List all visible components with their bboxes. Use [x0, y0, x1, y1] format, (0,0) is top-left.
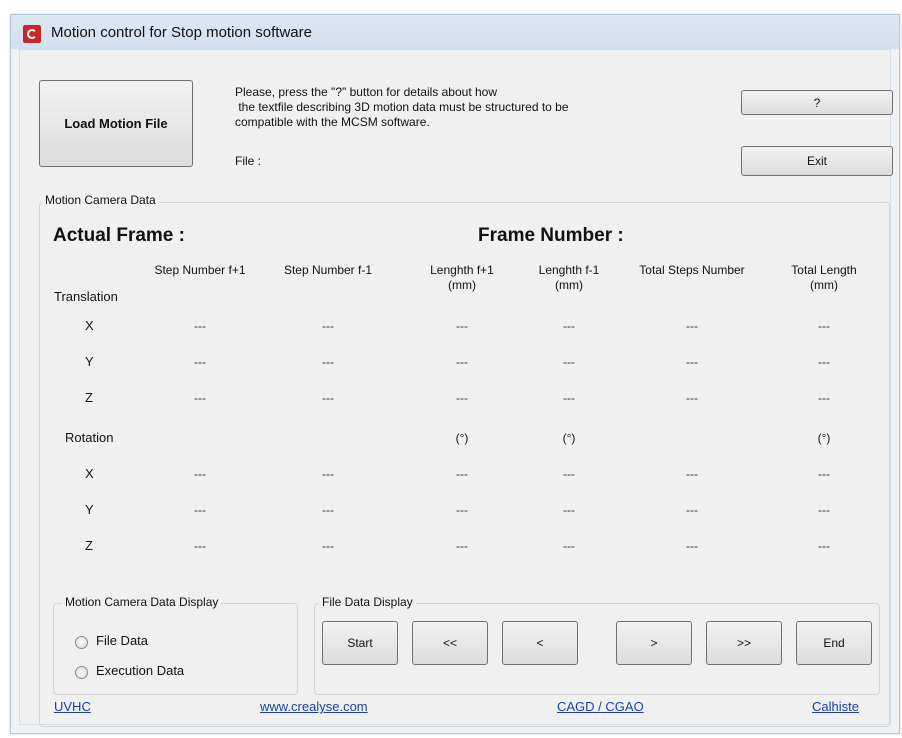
value-cell: --- — [686, 391, 698, 405]
value-cell: --- — [818, 319, 830, 333]
value-cell: --- — [686, 467, 698, 481]
value-cell: --- — [322, 539, 334, 553]
value-cell: --- — [194, 467, 206, 481]
cagd-link[interactable]: CAGD / CGAO — [557, 699, 644, 714]
axis-label: X — [85, 318, 94, 333]
main-window: Motion control for Stop motion software … — [10, 14, 900, 734]
value-cell: --- — [686, 319, 698, 333]
value-cell: --- — [818, 391, 830, 405]
window-title: Motion control for Stop motion software — [51, 24, 312, 41]
first-frame-button[interactable]: << — [412, 621, 488, 665]
crealyse-link[interactable]: www.crealyse.com — [260, 699, 368, 714]
execution-data-label[interactable]: Execution Data — [96, 663, 184, 678]
help-line: Please, press the "?" button for details… — [235, 85, 498, 99]
column-header: Step Number f-1 — [283, 263, 373, 277]
file-data-display-title: File Data Display — [319, 595, 416, 609]
value-cell: --- — [686, 355, 698, 369]
column-header: Total Steps Number — [639, 263, 745, 277]
file-label: File : — [235, 154, 262, 168]
file-data-label[interactable]: File Data — [96, 633, 148, 648]
column-header: Step Number f+1 — [154, 263, 246, 277]
value-cell: --- — [818, 503, 830, 517]
value-cell: --- — [456, 503, 468, 517]
axis-label: Y — [85, 354, 94, 369]
value-cell: --- — [563, 391, 575, 405]
value-cell: --- — [818, 467, 830, 481]
value-cell: --- — [194, 355, 206, 369]
exit-button[interactable]: Exit — [741, 146, 893, 176]
start-button[interactable]: Start — [322, 621, 398, 665]
value-cell: --- — [686, 539, 698, 553]
value-cell: --- — [563, 539, 575, 553]
value-cell: --- — [563, 355, 575, 369]
file-data-radio[interactable] — [75, 636, 88, 649]
help-button[interactable]: ? — [741, 90, 893, 115]
value-cell: --- — [818, 539, 830, 553]
calhiste-link[interactable]: Calhiste — [812, 699, 859, 714]
axis-label: Z — [85, 390, 93, 405]
rotation-label: Rotation — [65, 430, 114, 445]
next-frame-button[interactable]: > — [616, 621, 692, 665]
uvhc-link[interactable]: UVHC — [54, 699, 91, 714]
value-cell: --- — [194, 539, 206, 553]
value-cell: --- — [563, 467, 575, 481]
title-bar[interactable]: Motion control for Stop motion software — [11, 15, 899, 49]
execution-data-radio[interactable] — [75, 666, 88, 679]
load-motion-file-button[interactable]: Load Motion File — [39, 80, 193, 167]
value-cell: --- — [322, 503, 334, 517]
end-button[interactable]: End — [796, 621, 872, 665]
column-header: Lenghth f+1 (mm) — [430, 263, 494, 292]
value-cell: --- — [322, 467, 334, 481]
previous-frame-button[interactable]: < — [502, 621, 578, 665]
value-cell: --- — [322, 319, 334, 333]
frame-number-label: Frame Number : — [478, 225, 624, 246]
app-icon — [23, 25, 41, 43]
value-cell: --- — [194, 319, 206, 333]
value-cell: --- — [563, 319, 575, 333]
value-cell: --- — [456, 355, 468, 369]
actual-frame-label: Actual Frame : — [53, 225, 185, 246]
unit-cell: (°) — [455, 431, 469, 445]
help-line: the textfile describing 3D motion data m… — [235, 100, 569, 114]
value-cell: --- — [456, 391, 468, 405]
translation-label: Translation — [54, 289, 118, 304]
column-header: Total Length (mm) — [791, 263, 857, 292]
unit-cell: (°) — [817, 431, 831, 445]
axis-label: Z — [85, 538, 93, 553]
axis-label: X — [85, 466, 94, 481]
value-cell: --- — [818, 355, 830, 369]
column-header: Lenghth f-1 (mm) — [538, 263, 600, 292]
client-area: Load Motion File Please, press the "?" b… — [19, 49, 893, 727]
value-cell: --- — [322, 355, 334, 369]
axis-label: Y — [85, 502, 94, 517]
value-cell: --- — [194, 503, 206, 517]
unit-cell: (°) — [562, 431, 576, 445]
help-text: Please, press the "?" button for details… — [235, 85, 569, 130]
value-cell: --- — [322, 391, 334, 405]
value-cell: --- — [194, 391, 206, 405]
value-cell: --- — [456, 319, 468, 333]
value-cell: --- — [456, 539, 468, 553]
value-cell: --- — [563, 503, 575, 517]
value-cell: --- — [456, 467, 468, 481]
display-mode-title: Motion Camera Data Display — [62, 595, 222, 609]
motion-camera-data-title: Motion Camera Data — [42, 193, 159, 207]
value-cell: --- — [686, 503, 698, 517]
last-frame-button[interactable]: >> — [706, 621, 782, 665]
help-line: compatible with the MCSM software. — [235, 115, 430, 129]
display-mode-group — [53, 603, 298, 695]
